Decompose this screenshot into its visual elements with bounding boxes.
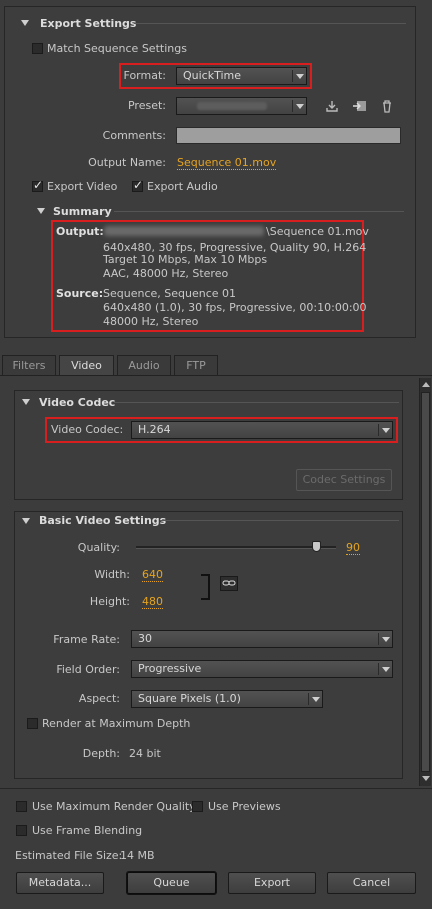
quality-slider-track[interactable]: [136, 546, 336, 549]
quality-value[interactable]: 90: [346, 541, 360, 555]
output-name-label: Output Name:: [88, 156, 166, 169]
collapse-triangle-icon[interactable]: [37, 208, 45, 214]
frame-blending-label: Use Frame Blending: [32, 824, 143, 837]
preset-label: Preset:: [127, 99, 166, 112]
comments-input[interactable]: [176, 127, 401, 144]
chevron-down-icon: [292, 70, 304, 82]
summary-source-label: Source:: [56, 287, 104, 300]
chevron-down-icon: [378, 424, 390, 436]
divider: [134, 23, 406, 24]
depth-label: Depth:: [82, 747, 120, 760]
divider: [114, 402, 399, 403]
chevron-down-icon: [378, 633, 390, 645]
summary-source-line: 48000 Hz, Stereo: [103, 315, 199, 328]
preset-dropdown[interactable]: [176, 97, 307, 115]
field-order-value: Progressive: [138, 662, 202, 675]
comments-label: Comments:: [102, 129, 166, 142]
output-name-link[interactable]: Sequence 01.mov: [177, 156, 277, 170]
tab-audio[interactable]: Audio: [117, 355, 171, 375]
height-value[interactable]: 480: [142, 595, 163, 609]
chevron-down-icon: [308, 693, 320, 705]
max-render-quality-checkbox[interactable]: [16, 801, 27, 812]
format-label: Format:: [123, 69, 166, 82]
summary-output-line: AAC, 48000 Hz, Stereo: [103, 267, 229, 280]
tab-filters[interactable]: Filters: [2, 355, 56, 375]
link-chain-icon[interactable]: [220, 576, 238, 591]
max-render-quality-label: Use Maximum Render Quality: [32, 800, 196, 813]
queue-button[interactable]: Queue: [127, 872, 216, 894]
height-label: Height:: [89, 595, 130, 608]
quality-label: Quality:: [77, 541, 120, 554]
video-codec-value: H.264: [138, 423, 171, 436]
export-audio-label: Export Audio: [147, 180, 218, 193]
tab-video[interactable]: Video: [59, 355, 114, 376]
aspect-label: Aspect:: [78, 692, 120, 705]
divider: [114, 211, 404, 212]
frame-rate-label: Frame Rate:: [53, 633, 120, 646]
export-audio-checkbox[interactable]: [132, 178, 143, 192]
field-order-label: Field Order:: [56, 663, 120, 676]
delete-preset-icon[interactable]: [380, 99, 394, 113]
summary-output-line: Target 10 Mbps, Max 10 Mbps: [103, 253, 268, 266]
width-label: Width:: [94, 568, 130, 581]
file-size-value: 14 MB: [120, 849, 155, 862]
video-codec-dropdown[interactable]: H.264: [131, 421, 393, 439]
field-order-dropdown[interactable]: Progressive: [131, 660, 393, 678]
summary-source-line: 640x480 (1.0), 30 fps, Progressive, 00:1…: [103, 301, 367, 314]
metadata-button[interactable]: Metadata...: [16, 872, 104, 894]
divider: [160, 520, 399, 521]
video-codec-label: Video Codec:: [51, 423, 124, 436]
collapse-triangle-icon[interactable]: [21, 20, 29, 26]
depth-value: 24 bit: [129, 747, 161, 760]
match-sequence-checkbox[interactable]: [32, 43, 43, 54]
frame-rate-dropdown[interactable]: 30: [131, 630, 393, 648]
preset-value-blurred: [197, 102, 267, 110]
export-video-checkbox[interactable]: [32, 178, 43, 192]
video-codec-title: Video Codec: [39, 396, 116, 409]
format-dropdown[interactable]: QuickTime: [176, 67, 307, 85]
aspect-value: Square Pixels (1.0): [138, 692, 241, 705]
render-max-depth-label: Render at Maximum Depth: [42, 717, 191, 730]
tab-ftp[interactable]: FTP: [174, 355, 218, 375]
export-video-label: Export Video: [47, 180, 118, 193]
save-preset-icon[interactable]: [325, 99, 339, 113]
width-value[interactable]: 640: [142, 568, 163, 582]
basic-video-title: Basic Video Settings: [39, 514, 167, 527]
tab-strip-line: [0, 375, 432, 376]
use-previews-checkbox[interactable]: [192, 801, 203, 812]
codec-settings-button[interactable]: Codec Settings: [296, 469, 392, 491]
chevron-down-icon: [292, 100, 304, 112]
format-value: QuickTime: [183, 69, 242, 82]
summary-title: Summary: [53, 205, 112, 218]
aspect-dropdown[interactable]: Square Pixels (1.0): [131, 690, 323, 708]
frame-blending-checkbox[interactable]: [16, 825, 27, 836]
file-size-label: Estimated File Size:: [15, 849, 123, 862]
scrollbar[interactable]: [419, 378, 431, 786]
footer-divider: [0, 788, 432, 789]
frame-rate-value: 30: [138, 632, 152, 645]
summary-source-line: Sequence, Sequence 01: [103, 287, 237, 300]
link-bracket: [201, 574, 210, 600]
quality-slider-thumb[interactable]: [312, 541, 321, 552]
chevron-down-icon: [378, 663, 390, 675]
blurred-path: [104, 226, 264, 236]
import-preset-icon[interactable]: [352, 99, 366, 113]
collapse-triangle-icon[interactable]: [22, 518, 30, 524]
scroll-thumb[interactable]: [421, 392, 430, 772]
use-previews-label: Use Previews: [208, 800, 281, 813]
scroll-down-icon[interactable]: [422, 776, 430, 781]
match-sequence-label: Match Sequence Settings: [47, 42, 187, 55]
export-settings-title: Export Settings: [40, 17, 137, 30]
cancel-button[interactable]: Cancel: [327, 872, 416, 894]
export-button[interactable]: Export: [228, 872, 316, 894]
collapse-triangle-icon[interactable]: [22, 399, 30, 405]
render-max-depth-checkbox[interactable]: [27, 718, 38, 729]
scroll-up-icon[interactable]: [422, 382, 430, 387]
summary-output-line: \Sequence 01.mov: [266, 225, 369, 238]
summary-output-label: Output:: [56, 225, 104, 238]
